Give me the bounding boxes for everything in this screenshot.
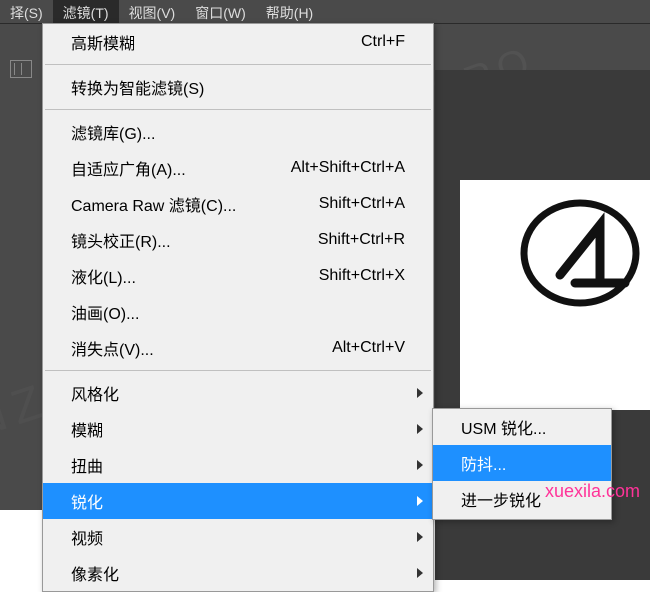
menu-convert-smart-filter[interactable]: 转换为智能滤镜(S): [43, 69, 433, 105]
menu-filter[interactable]: 滤镜(T): [53, 0, 119, 23]
menu-item-shortcut: Alt+Ctrl+V: [332, 339, 405, 357]
menu-distort[interactable]: 扭曲: [43, 447, 433, 483]
menu-help[interactable]: 帮助(H): [256, 0, 323, 23]
menu-select[interactable]: 择(S): [0, 0, 53, 23]
menu-item-label: 锐化: [71, 489, 103, 513]
menu-item-label: 自适应广角(A)...: [71, 156, 186, 180]
menu-item-label: 扭曲: [71, 453, 103, 477]
chevron-right-icon: [417, 388, 423, 398]
menu-adaptive-wide-angle[interactable]: 自适应广角(A)... Alt+Shift+Ctrl+A: [43, 150, 433, 186]
menu-oil-paint[interactable]: 油画(O)...: [43, 294, 433, 330]
menu-item-label: 高斯模糊: [71, 30, 135, 54]
menu-video[interactable]: 视频: [43, 519, 433, 555]
submenu-usm-sharpen[interactable]: USM 锐化...: [433, 409, 611, 445]
menu-item-label: 模糊: [71, 417, 103, 441]
submenu-shake-reduction[interactable]: 防抖...: [433, 445, 611, 481]
tool-icon[interactable]: [10, 60, 32, 78]
menu-vanishing-point[interactable]: 消失点(V)... Alt+Ctrl+V: [43, 330, 433, 366]
menu-item-shortcut: Ctrl+F: [361, 33, 405, 51]
separator: [45, 64, 431, 65]
menu-item-shortcut: Shift+Ctrl+A: [319, 195, 405, 213]
menu-item-label: 镜头校正(R)...: [71, 228, 171, 252]
separator: [45, 370, 431, 371]
handdrawn-annotation: [515, 195, 645, 310]
menu-item-shortcut: Alt+Shift+Ctrl+A: [291, 159, 405, 177]
menu-pixelate[interactable]: 像素化: [43, 555, 433, 591]
chevron-right-icon: [417, 496, 423, 506]
chevron-right-icon: [417, 532, 423, 542]
menu-item-shortcut: Shift+Ctrl+R: [318, 231, 405, 249]
menu-view[interactable]: 视图(V): [119, 0, 186, 23]
menu-blur[interactable]: 模糊: [43, 411, 433, 447]
menu-item-label: Camera Raw 滤镜(C)...: [71, 192, 236, 216]
menu-liquify[interactable]: 液化(L)... Shift+Ctrl+X: [43, 258, 433, 294]
submenu-sharpen-more[interactable]: 进一步锐化: [433, 481, 611, 517]
chevron-right-icon: [417, 568, 423, 578]
menu-item-label: 消失点(V)...: [71, 336, 154, 360]
menu-item-shortcut: Shift+Ctrl+X: [319, 267, 405, 285]
menubar: 择(S) 滤镜(T) 视图(V) 窗口(W) 帮助(H): [0, 0, 650, 24]
menu-sharpen[interactable]: 锐化: [43, 483, 433, 519]
menu-last-filter[interactable]: 高斯模糊 Ctrl+F: [43, 24, 433, 60]
menu-item-label: 液化(L)...: [71, 264, 136, 288]
chevron-right-icon: [417, 424, 423, 434]
sharpen-submenu: USM 锐化... 防抖... 进一步锐化: [432, 408, 612, 520]
filter-dropdown: 高斯模糊 Ctrl+F 转换为智能滤镜(S) 滤镜库(G)... 自适应广角(A…: [42, 23, 434, 592]
toolbar: [0, 24, 42, 69]
menu-camera-raw[interactable]: Camera Raw 滤镜(C)... Shift+Ctrl+A: [43, 186, 433, 222]
menu-item-label: 视频: [71, 525, 103, 549]
menu-stylize[interactable]: 风格化: [43, 375, 433, 411]
menu-item-label: 风格化: [71, 381, 119, 405]
menu-filter-gallery[interactable]: 滤镜库(G)...: [43, 114, 433, 150]
menu-window[interactable]: 窗口(W): [185, 0, 256, 23]
chevron-right-icon: [417, 460, 423, 470]
menu-item-label: 滤镜库(G)...: [71, 120, 155, 144]
menu-item-label: 像素化: [71, 561, 119, 585]
menu-item-label: 油画(O)...: [71, 300, 139, 324]
menu-lens-correction[interactable]: 镜头校正(R)... Shift+Ctrl+R: [43, 222, 433, 258]
separator: [45, 109, 431, 110]
menu-item-label: 转换为智能滤镜(S): [71, 75, 204, 99]
